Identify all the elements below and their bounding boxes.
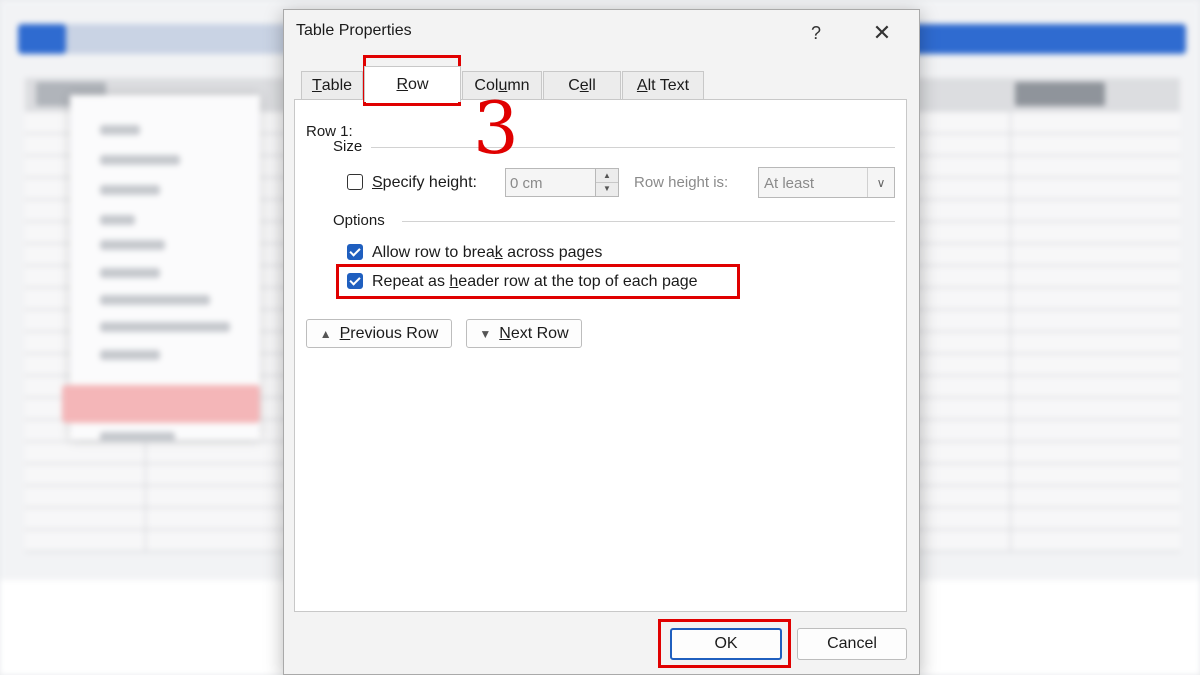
background-ribbon-right [905,24,1186,54]
background-menu-highlight [62,385,260,423]
ok-button-highlight [658,619,791,668]
row-height-value[interactable]: 0 cm [510,175,543,192]
previous-row-mnemonic: P [339,324,351,342]
tab-table-label-part: able [321,77,353,94]
row-height-is-label: Row height is: [634,174,729,191]
next-row-mnemonic: N [499,324,511,342]
background-menu-item [100,155,180,165]
close-button[interactable]: ✕ [862,18,902,48]
next-row-label-part: ext Row [510,324,569,342]
tab-cell[interactable]: Ce ll [543,71,621,100]
triangle-down-icon: ▼ [479,326,492,341]
tab-table-mnemonic: T [311,77,322,94]
previous-row-label: Previous Row [340,325,439,343]
row-height-spinner[interactable]: 0 cm ▲ ▼ [505,168,619,197]
row-height-mode-value: At least [764,175,815,192]
background-menu-item [100,215,135,225]
tab-row-label-part: ow [408,75,429,93]
step-number-annotation: 3 [473,86,519,170]
tab-row-mnemonic: R [396,75,409,93]
tab-row[interactable]: Row [364,66,461,102]
allow-row-break-label[interactable]: Allow row to break across pages [372,244,602,262]
spinner-buttons: ▲ ▼ [595,169,618,196]
background-menu-item [100,125,140,135]
size-section-label: Size [333,138,363,155]
next-row-label: Next Row [499,325,568,343]
background-menu-item [100,240,165,250]
size-section-divider [371,147,895,148]
help-button[interactable]: ? [796,18,836,48]
background-menu-item [100,185,160,195]
spin-down-icon[interactable]: ▼ [596,182,618,195]
specify-height-label[interactable]: Specify height: [372,174,477,192]
background-header-cell [1015,82,1105,106]
tab-cell-mnemonic: e [579,77,589,94]
row-height-mode-select[interactable]: At least ∨ [758,167,895,198]
cancel-button[interactable]: Cancel [797,628,907,660]
next-row-button[interactable]: ▼ Next Row [466,319,582,348]
tab-cell-label-part: ll [588,77,596,94]
specify-height-mnemonic: S [372,174,383,191]
background-ribbon-left [18,24,66,54]
options-section-divider [402,221,895,222]
allow-row-break-label-part: across pages [502,244,603,261]
options-section-label: Options [333,212,385,229]
dialog-titlebar[interactable]: Table Properties ? ✕ [284,10,919,54]
allow-row-break-mnemonic: k [494,244,503,261]
background-menu-item [100,432,175,442]
previous-row-label-part: revious Row [350,324,439,342]
previous-row-button[interactable]: ▲ Previous Row [306,319,452,348]
tab-alt-text-mnemonic: A [636,77,648,94]
tab-alt-text-label-part: lt Text [647,77,690,94]
specify-height-checkbox[interactable] [347,174,363,190]
allow-row-break-label-part: Allow row to brea [372,244,495,261]
background-menu-item [100,322,230,332]
dialog-title: Table Properties [296,22,412,39]
specify-height-label-part: pecify height: [382,174,477,191]
background-menu-item [100,295,210,305]
tab-alt-text[interactable]: Alt Text [622,71,704,100]
background-menu-item [100,268,160,278]
triangle-up-icon: ▲ [319,326,332,341]
background-menu-item [100,350,160,360]
tab-cell-label-part: C [568,77,580,94]
chevron-down-icon[interactable]: ∨ [867,168,894,197]
spin-up-icon[interactable]: ▲ [596,169,618,183]
tab-table[interactable]: Table [301,71,363,100]
table-properties-dialog: Table Properties ? ✕ Table Row Col u mn Ce… [283,9,920,675]
allow-row-break-checkbox[interactable] [347,244,363,260]
repeat-header-highlight [336,264,740,299]
